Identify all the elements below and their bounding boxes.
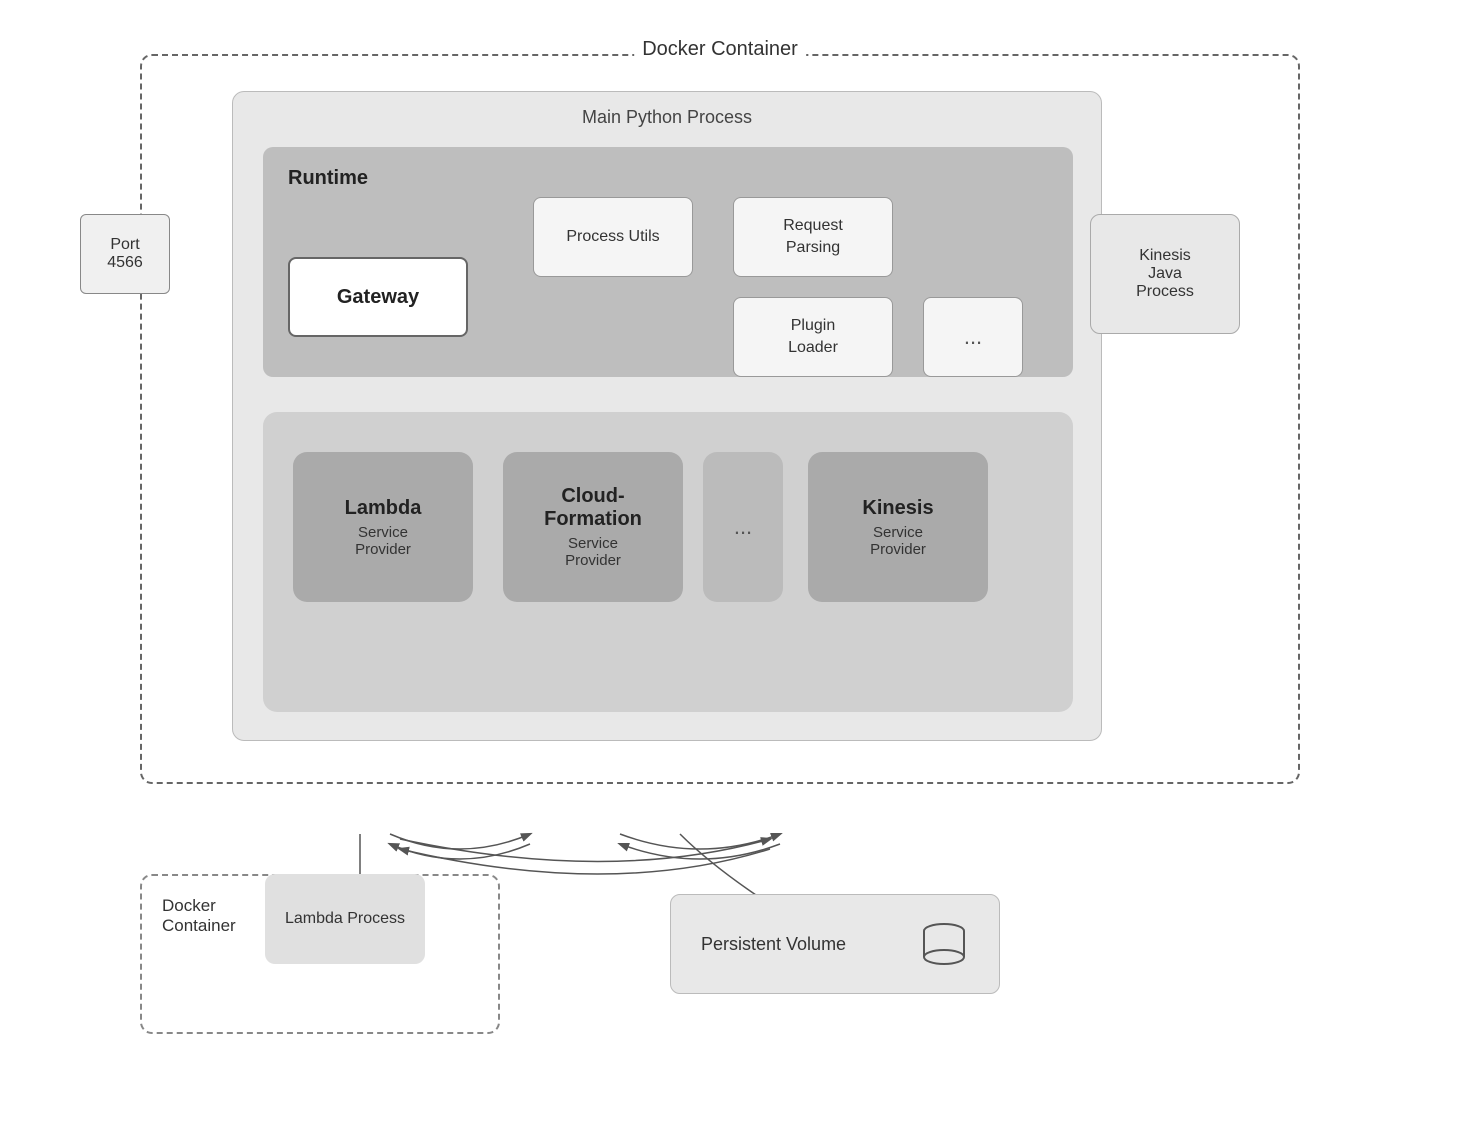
- database-icon: [919, 919, 969, 969]
- persistent-volume-label: Persistent Volume: [701, 934, 846, 955]
- main-python-process: Main Python Process Runtime Gateway Proc…: [232, 91, 1102, 741]
- cloudformation-sub: ServiceProvider: [565, 535, 621, 569]
- docker-outer-container: Docker Container Main Python Process Run…: [140, 54, 1300, 784]
- request-parsing-label: RequestParsing: [783, 215, 843, 260]
- process-utils-label: Process Utils: [566, 226, 659, 248]
- docker-bottom-left-label: DockerContainer: [162, 896, 236, 936]
- persistent-volume-box: Persistent Volume: [670, 894, 1000, 994]
- diagram-root: Docker Container Main Python Process Run…: [80, 44, 1380, 1094]
- cloudformation-name: Cloud-Formation: [544, 485, 642, 531]
- kinesis-sub: ServiceProvider: [870, 524, 926, 558]
- providers-ellipsis-box: ...: [703, 452, 783, 602]
- process-utils-box: Process Utils: [533, 197, 693, 277]
- docker-outer-label: Docker Container: [634, 38, 806, 61]
- lambda-sub: ServiceProvider: [355, 524, 411, 558]
- runtime-ellipsis-box: ...: [923, 297, 1023, 377]
- main-python-label: Main Python Process: [582, 107, 752, 128]
- runtime-box: Runtime Gateway Process Utils RequestPar…: [263, 147, 1073, 377]
- kinesis-name: Kinesis: [862, 497, 933, 520]
- runtime-label: Runtime: [288, 167, 368, 190]
- plugin-loader-label: PluginLoader: [788, 315, 838, 360]
- plugin-loader-box: PluginLoader: [733, 297, 893, 377]
- gateway-box: Gateway: [288, 257, 468, 337]
- lambda-box: Lambda ServiceProvider: [293, 452, 473, 602]
- providers-ellipsis: ...: [734, 514, 752, 540]
- port-box: Port4566: [80, 214, 170, 294]
- kinesis-box: Kinesis ServiceProvider: [808, 452, 988, 602]
- request-parsing-box: RequestParsing: [733, 197, 893, 277]
- gateway-label: Gateway: [337, 286, 419, 309]
- lambda-process-box: Lambda Process: [265, 874, 425, 964]
- runtime-ellipsis: ...: [964, 324, 982, 350]
- kinesis-java-label: KinesisJavaProcess: [1136, 247, 1194, 301]
- lambda-process-label: Lambda Process: [285, 910, 405, 928]
- cloudformation-box: Cloud-Formation ServiceProvider: [503, 452, 683, 602]
- port-label: Port4566: [107, 236, 143, 272]
- providers-area: Lambda ServiceProvider Cloud-Formation S…: [263, 412, 1073, 712]
- kinesis-java-box: KinesisJavaProcess: [1090, 214, 1240, 334]
- lambda-name: Lambda: [345, 497, 422, 520]
